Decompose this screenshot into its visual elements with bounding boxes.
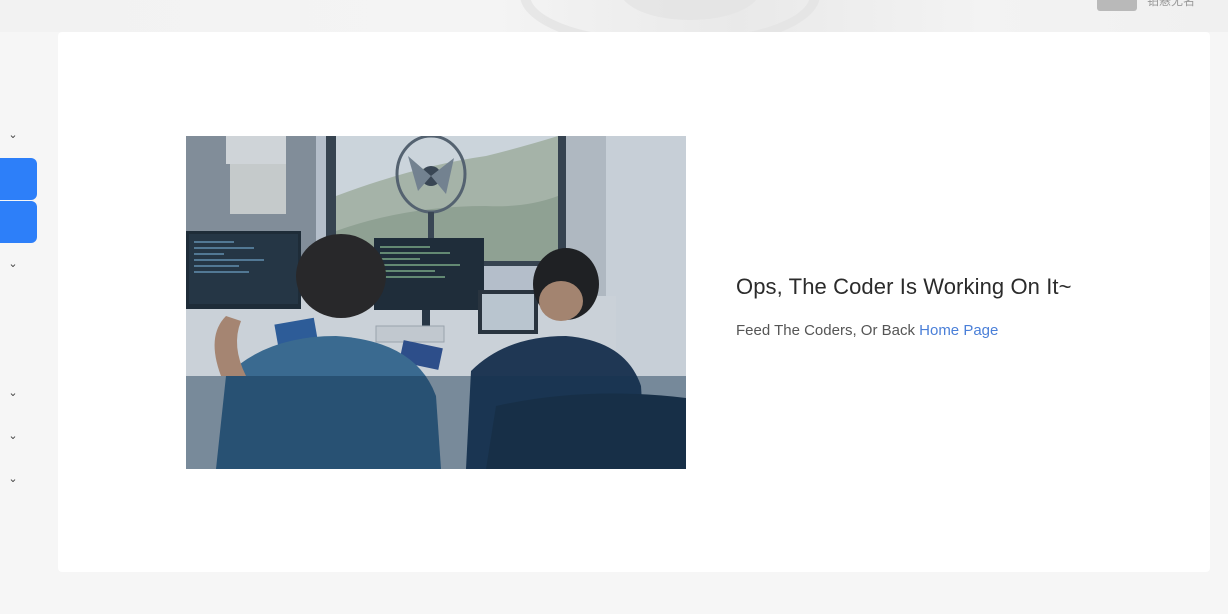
chevron-down-icon[interactable]: ⌄	[6, 257, 20, 271]
sidebar: ⌄ ⌄ ⌄ ⌄ ⌄	[0, 32, 40, 614]
sidebar-item-active[interactable]	[0, 158, 37, 200]
chevron-down-icon[interactable]: ⌄	[6, 429, 20, 443]
subtitle: Feed The Coders, Or Back Home Page	[736, 322, 998, 339]
avatar[interactable]	[1097, 0, 1137, 11]
user-name-label[interactable]: 铂悬无名	[1147, 0, 1195, 9]
top-banner: 铂悬无名	[0, 0, 1228, 32]
chevron-down-icon[interactable]: ⌄	[6, 128, 20, 142]
sidebar-item-active[interactable]	[0, 201, 37, 243]
home-page-link[interactable]: Home Page	[919, 322, 998, 339]
subtitle-text: Feed The Coders, Or Back	[736, 322, 920, 339]
content-card: Ops, The Coder Is Working On It~ Feed Th…	[58, 32, 1210, 572]
page-title: Ops, The Coder Is Working On It~	[736, 274, 1072, 299]
coders-working-image	[186, 136, 686, 469]
chevron-down-icon[interactable]: ⌄	[6, 472, 20, 486]
chevron-down-icon[interactable]: ⌄	[6, 386, 20, 400]
